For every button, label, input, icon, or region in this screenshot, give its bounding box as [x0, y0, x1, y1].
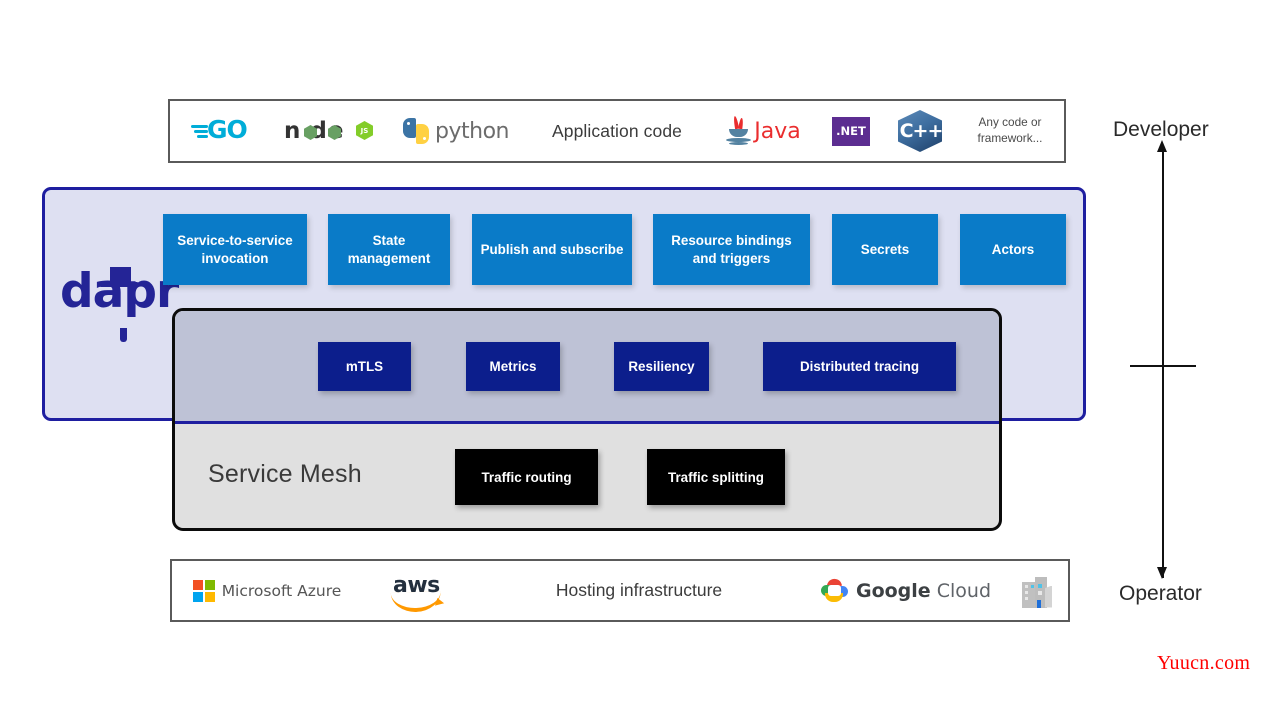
google-cloud-logo: Google Cloud — [806, 579, 1006, 602]
audience-axis-midpoint-tick — [1130, 365, 1196, 367]
any-code-note-slot: Any code or framework... — [956, 115, 1064, 147]
application-code-label: Application code — [552, 121, 682, 142]
building-block-resource-bindings-and-triggers[interactable]: Resource bindings and triggers — [653, 214, 810, 285]
audience-label-operator: Operator — [1119, 582, 1202, 606]
google-cloud-text-bold: Google — [856, 580, 931, 602]
python-logo-text: python — [435, 119, 509, 144]
cross-cutting-mtls[interactable]: mTLS — [318, 342, 411, 391]
building-block-secrets[interactable]: Secrets — [832, 214, 938, 285]
cpp-logo: C++ — [884, 110, 956, 152]
building-block-actors[interactable]: Actors — [960, 214, 1066, 285]
aws-smile-icon — [391, 591, 442, 613]
aws-arrow-icon — [435, 597, 445, 607]
microsoft-azure-logo: Microsoft Azure — [172, 580, 362, 602]
audience-axis-arrow-down-icon — [1157, 567, 1167, 579]
microsoft-squares-icon — [193, 580, 215, 602]
dapr-p-descender-icon — [120, 328, 127, 342]
hosting-infrastructure-label: Hosting infrastructure — [556, 580, 722, 601]
java-cup-icon — [725, 116, 752, 146]
go-logo-text: GO — [207, 115, 247, 144]
aws-logo: aws — [362, 573, 472, 609]
nodejs-logo: n de JS — [274, 118, 386, 144]
python-logo: python — [386, 118, 526, 144]
dotnet-logo: .NET — [818, 117, 884, 146]
cross-cutting-distributed-tracing[interactable]: Distributed tracing — [763, 342, 956, 391]
dapr-hat-top-icon — [110, 267, 131, 283]
dapr-logo: dapr — [60, 268, 156, 340]
building-block-publish-and-subscribe[interactable]: Publish and subscribe — [472, 214, 632, 285]
microsoft-azure-text: Microsoft Azure — [222, 582, 342, 600]
application-code-label-slot: Application code — [526, 121, 708, 142]
datacenter-icon — [1006, 574, 1068, 608]
nodejs-js-badge-text: JS — [361, 127, 369, 135]
dapr-boundary-divider — [175, 421, 999, 424]
watermark: Yuucn.com — [1157, 652, 1250, 675]
dotnet-logo-text: .NET — [836, 124, 866, 138]
python-mark-icon — [403, 118, 429, 144]
google-cloud-text-light: Cloud — [931, 580, 991, 602]
service-mesh-traffic-splitting[interactable]: Traffic splitting — [647, 449, 785, 505]
google-cloud-mark-icon — [821, 579, 848, 602]
service-mesh-traffic-routing[interactable]: Traffic routing — [455, 449, 598, 505]
building-block-service-to-service-invocation[interactable]: Service-to-service invocation — [163, 214, 307, 285]
nodejs-js-badge-icon: JS — [356, 121, 373, 140]
java-logo: Java — [708, 116, 818, 146]
building-block-state-management[interactable]: State management — [328, 214, 450, 285]
hosting-infrastructure-bar: Microsoft Azure aws Hosting infrastructu… — [170, 559, 1070, 622]
google-cloud-text: Google Cloud — [856, 580, 991, 602]
service-mesh-title: Service Mesh — [208, 460, 362, 489]
any-code-note: Any code or framework... — [978, 115, 1043, 147]
cross-cutting-resiliency[interactable]: Resiliency — [614, 342, 709, 391]
audience-axis-line — [1162, 148, 1164, 578]
diagram-canvas: GO n de JS python Applic — [0, 0, 1280, 720]
cross-cutting-metrics[interactable]: Metrics — [466, 342, 560, 391]
audience-label-developer: Developer — [1113, 118, 1209, 142]
java-logo-text: Java — [754, 119, 800, 144]
hosting-infrastructure-label-slot: Hosting infrastructure — [472, 580, 806, 601]
application-code-bar: GO n de JS python Applic — [168, 99, 1066, 163]
cpp-logo-text: C++ — [898, 110, 942, 152]
go-logo: GO — [170, 117, 274, 145]
